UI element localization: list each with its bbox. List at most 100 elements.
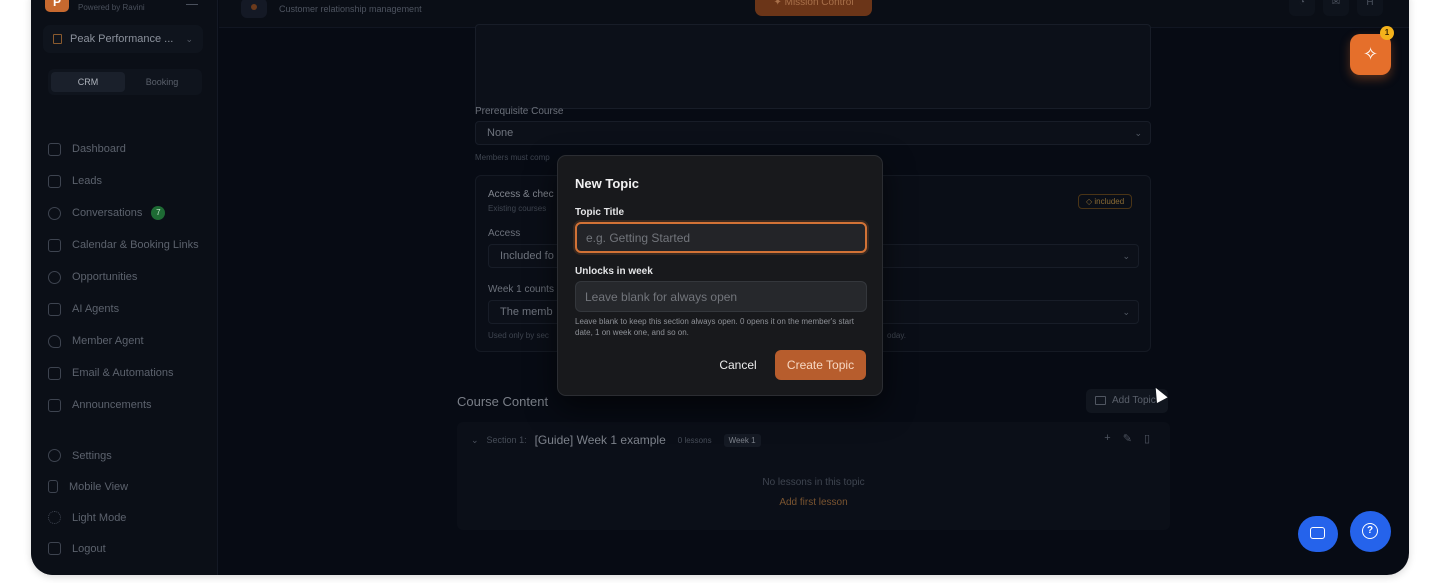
empty-state: No lessons in this topic — [762, 477, 865, 488]
users-icon — [48, 174, 61, 188]
org-switcher[interactable]: Peak Performance ... ⌄ — [43, 25, 203, 53]
gear-icon — [48, 449, 61, 462]
sidebar-item-calendar[interactable]: Calendar & Booking Links — [48, 229, 213, 261]
add-first-lesson-link[interactable]: Add first lesson — [457, 497, 1170, 508]
week-badge: Week 1 — [723, 433, 761, 447]
cancel-button[interactable]: Cancel — [713, 350, 763, 380]
sidebar-item-conversations[interactable]: Conversations 7 — [48, 197, 213, 229]
sidebar-item-dashboard[interactable]: Dashboard — [48, 133, 213, 165]
topbar-actions: ◔ ✉ H — [1289, 0, 1383, 16]
access-title: Access & chec — [488, 189, 554, 200]
week-label: Week 1 counts — [488, 284, 554, 295]
mail-icon[interactable]: ✉ — [1323, 0, 1349, 16]
topic-title-input[interactable] — [575, 222, 867, 253]
trash-icon[interactable]: ▯ — [1144, 432, 1150, 445]
help-icon: ? — [1362, 523, 1378, 539]
lesson-count: 0 lessons — [677, 435, 712, 445]
week-hint-tail: oday. — [887, 331, 906, 340]
prereq-select[interactable]: None ⌄ — [475, 121, 1151, 145]
page-subtitle: Customer relationship management — [279, 4, 422, 14]
building-icon — [53, 34, 62, 44]
chat-button[interactable] — [1298, 516, 1338, 552]
plus-icon[interactable]: + — [1104, 432, 1110, 445]
heart-icon — [48, 334, 61, 348]
notification-badge: 1 — [1380, 26, 1394, 40]
sidebar-item-label: Member Agent — [72, 335, 144, 347]
sidebar-footer: Settings Mobile View Light Mode Logout — [48, 440, 213, 564]
bell-icon[interactable]: ◔ — [1289, 0, 1315, 16]
folder-plus-icon — [1095, 396, 1106, 405]
prereq-label: Prerequisite Course — [475, 106, 564, 117]
sidebar-item-ai-agents[interactable]: AI Agents — [48, 293, 213, 325]
prereq-value: None — [487, 127, 514, 139]
sidebar-item-mobile-view[interactable]: Mobile View — [48, 471, 213, 502]
create-topic-button[interactable]: Create Topic — [775, 350, 866, 380]
sidebar-item-label: AI Agents — [72, 303, 120, 315]
add-topic-label: Add Topic — [1112, 395, 1156, 406]
sun-icon — [48, 511, 61, 524]
week-hint: Used only by sec — [488, 331, 549, 340]
sidebar-item-email[interactable]: Email & Automations — [48, 357, 213, 389]
help-button[interactable]: ? — [1350, 511, 1391, 552]
phone-icon — [48, 480, 58, 493]
org-name: Peak Performance ... — [70, 33, 174, 45]
sidebar-item-member-agent[interactable]: Member Agent — [48, 325, 213, 357]
chevron-down-icon[interactable]: ⌄ — [471, 435, 479, 446]
sidebar-item-label: Leads — [72, 175, 102, 187]
sidebar-item-label: Logout — [72, 542, 106, 555]
mission-control-label: Mission Control — [784, 0, 854, 8]
unlocks-week-label: Unlocks in week — [575, 266, 653, 277]
ai-assistant-button[interactable]: ✧ — [1350, 34, 1391, 75]
section-header[interactable]: ⌄ Section 1: [Guide] Week 1 example 0 le… — [471, 433, 761, 447]
avatar[interactable]: H — [1357, 0, 1383, 16]
menu-icon[interactable] — [186, 0, 198, 5]
sidebar-item-label: Dashboard — [72, 143, 126, 155]
sidebar-item-leads[interactable]: Leads — [48, 165, 213, 197]
chevron-down-icon: ⌄ — [1134, 128, 1142, 138]
prereq-hint: Members must comp — [475, 153, 550, 162]
app-logo: P — [45, 0, 69, 12]
chevron-down-icon: ⌄ — [1122, 307, 1130, 317]
access-value: Included fo — [500, 250, 554, 262]
unlocks-week-hint: Leave blank to keep this section always … — [575, 317, 855, 337]
course-content-title: Course Content — [457, 394, 549, 409]
access-label: Access — [488, 228, 521, 239]
access-subtitle: Existing courses — [488, 204, 547, 213]
sidebar-item-label: Conversations — [72, 207, 143, 219]
app-window: P Powered by Ravini Peak Performance ...… — [31, 0, 1409, 575]
topic-section: ⌄ Section 1: [Guide] Week 1 example 0 le… — [457, 422, 1170, 530]
chevron-down-icon: ⌄ — [1122, 251, 1130, 261]
sidebar-item-opportunities[interactable]: Opportunities — [48, 261, 213, 293]
sidebar-item-settings[interactable]: Settings — [48, 440, 213, 471]
included-label: included — [1094, 197, 1125, 206]
logout-icon — [48, 542, 61, 555]
sparkle-icon: ✧ — [1362, 44, 1379, 64]
sidebar-item-light-mode[interactable]: Light Mode — [48, 502, 213, 533]
target-icon — [48, 270, 61, 284]
included-badge: ◇ included — [1078, 194, 1133, 209]
mail-icon — [48, 366, 61, 380]
sidebar-item-announcements[interactable]: Announcements — [48, 389, 213, 421]
tab-crm[interactable]: CRM — [51, 72, 125, 92]
chevron-down-icon: ⌄ — [185, 33, 193, 44]
sidebar-item-label: Opportunities — [72, 271, 138, 283]
sidebar-item-logout[interactable]: Logout — [48, 533, 213, 564]
week-value: The memb — [500, 306, 553, 318]
mode-segmented-control: CRM Booking — [48, 69, 202, 95]
mail-icon — [48, 398, 61, 412]
sidebar-nav: Dashboard Leads Conversations 7 Calendar … — [48, 133, 213, 421]
tab-booking[interactable]: Booking — [125, 72, 199, 92]
sidebar-item-label: Announcements — [72, 399, 152, 411]
home-icon — [48, 142, 61, 156]
section-actions: + ✎ ▯ — [1104, 432, 1150, 445]
pencil-icon[interactable]: ✎ — [1123, 432, 1132, 445]
calendar-icon — [48, 238, 61, 252]
chat-icon — [48, 206, 61, 220]
unlocks-week-input[interactable] — [575, 281, 867, 312]
section-title: [Guide] Week 1 example — [534, 433, 666, 447]
mission-control-button[interactable]: ✦ Mission Control — [755, 0, 872, 16]
description-textarea[interactable] — [475, 24, 1151, 109]
monitor-icon — [48, 302, 61, 316]
app-badge-icon — [241, 0, 267, 18]
sidebar: P Powered by Ravini Peak Performance ...… — [31, 0, 218, 575]
